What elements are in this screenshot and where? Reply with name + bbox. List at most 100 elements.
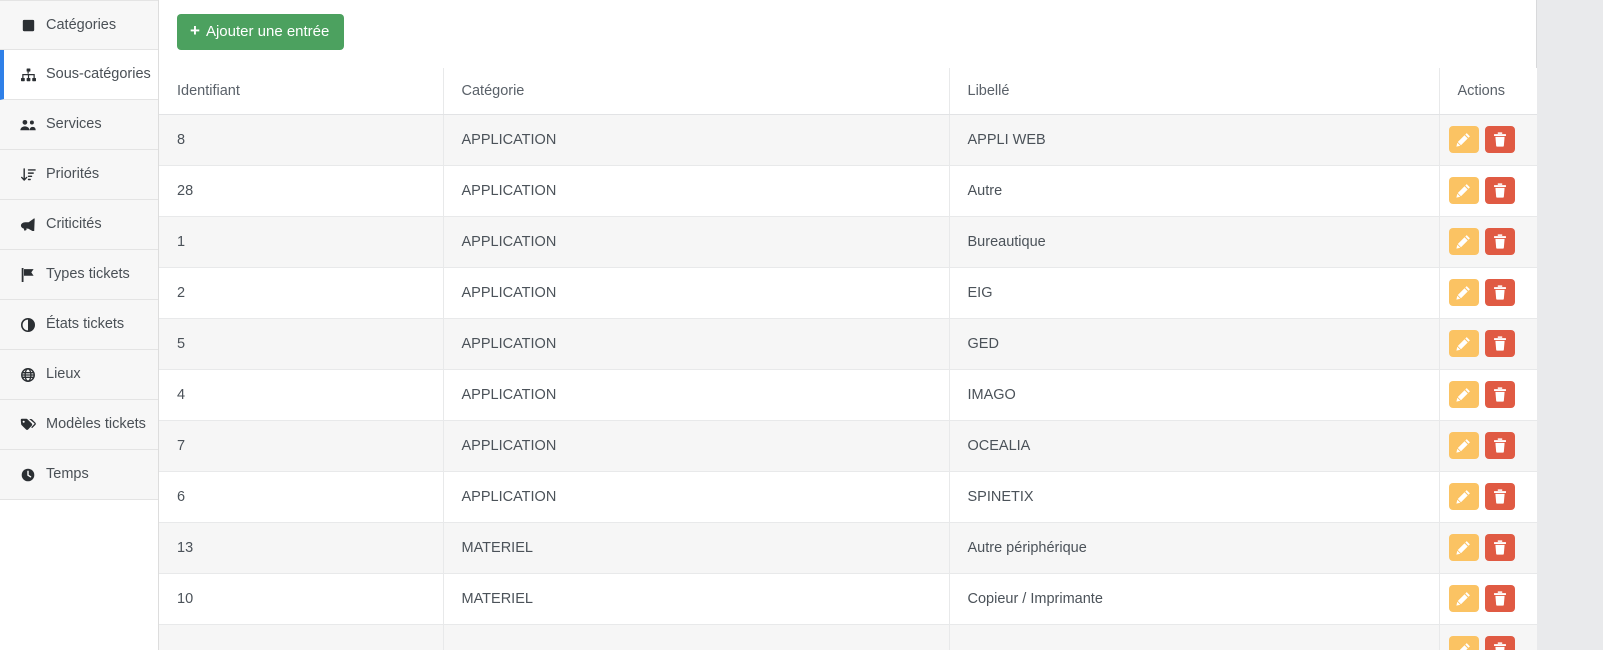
sidebar-item-services[interactable]: Services [0, 100, 158, 150]
sort-amount-down-icon [18, 167, 38, 183]
delete-row-button[interactable] [1484, 228, 1515, 255]
sidebar-item-label: États tickets [46, 316, 125, 333]
row-cell-categorie: APPLICATION [443, 216, 950, 268]
sidebar-item-temps[interactable]: Temps [0, 450, 158, 500]
row-cell-categorie: APPLICATION [443, 420, 950, 472]
sidebar-item-criticit-s[interactable]: Criticités [0, 200, 158, 250]
edit-row-button[interactable] [1448, 483, 1479, 510]
row-action-group [1440, 279, 1538, 306]
pencil-icon [1456, 285, 1471, 300]
delete-row-button[interactable] [1484, 381, 1515, 408]
adjust-icon [18, 317, 38, 333]
row-action-group [1440, 381, 1538, 408]
add-entry-button[interactable]: + Ajouter une entrée [177, 14, 345, 50]
edit-row-button[interactable] [1448, 177, 1479, 204]
row-cell-identifiant: 1 [159, 216, 444, 268]
sidebar-item-label: Priorités [46, 166, 100, 183]
pencil-icon [1456, 387, 1471, 402]
row-cell-identifiant: 5 [159, 318, 444, 370]
column-header-libelle[interactable]: Libellé [949, 68, 1440, 115]
row-action-group [1440, 636, 1538, 650]
row-cell-libelle: IMAGO [949, 369, 1440, 421]
row-action-group [1440, 585, 1538, 612]
row-cell-categorie: APPLICATION [443, 165, 950, 217]
table-row [159, 624, 1537, 650]
edit-row-button[interactable] [1448, 636, 1479, 650]
sidebar-item-sous-cat-gories[interactable]: Sous-catégories [0, 50, 158, 100]
table-body: 8 APPLICATION APPLI WEB 28 APPLICATION Autre 1… [159, 114, 1537, 650]
edit-row-button[interactable] [1448, 432, 1479, 459]
sidebar-item-label: Sous-catégories [46, 66, 151, 83]
delete-row-button[interactable] [1484, 636, 1515, 650]
delete-row-button[interactable] [1484, 585, 1515, 612]
edit-row-button[interactable] [1448, 126, 1479, 153]
table-row: 8 APPLICATION APPLI WEB [159, 114, 1538, 166]
row-cell-actions [1439, 318, 1538, 370]
row-cell-identifiant: 10 [159, 573, 444, 625]
sidebar-item-priorit-s[interactable]: Priorités [0, 150, 158, 200]
row-action-group [1440, 432, 1538, 459]
delete-row-button[interactable] [1484, 483, 1515, 510]
delete-row-button[interactable] [1484, 432, 1515, 459]
edit-row-button[interactable] [1448, 330, 1479, 357]
row-action-group [1440, 126, 1538, 153]
edit-row-button[interactable] [1448, 228, 1479, 255]
subcategories-table: Identifiant Catégorie Libellé Actions 8A… [159, 68, 1537, 650]
delete-row-button[interactable] [1484, 534, 1515, 561]
pencil-icon [1456, 132, 1471, 147]
edit-row-button[interactable] [1448, 279, 1479, 306]
plus-icon: + [190, 21, 200, 40]
bullhorn-icon [18, 217, 38, 233]
row-cell-identifiant: 28 [159, 165, 444, 217]
edit-row-button[interactable] [1448, 534, 1479, 561]
row-cell-categorie: APPLICATION [443, 471, 950, 523]
table-header: Identifiant Catégorie Libellé Actions [159, 68, 1537, 115]
row-cell-categorie: APPLICATION [443, 318, 950, 370]
pencil-icon [1456, 234, 1471, 249]
row-cell-identifiant: 4 [159, 369, 444, 421]
row-cell-identifiant: 7 [159, 420, 444, 472]
delete-row-button[interactable] [1484, 126, 1515, 153]
row-cell-actions [1439, 420, 1538, 472]
sidebar-item-label: Criticités [46, 216, 102, 233]
table-row: 2 APPLICATION EIG [159, 267, 1538, 319]
column-header-categorie[interactable]: Catégorie [443, 68, 950, 115]
row-cell-actions [1439, 369, 1538, 421]
sidebar-item-label: Catégories [46, 16, 117, 33]
sidebar-item-mod-les-tickets[interactable]: Modèles tickets [0, 400, 158, 450]
pencil-icon [1456, 183, 1471, 198]
trash-icon [1493, 132, 1507, 147]
row-action-group [1440, 330, 1538, 357]
sidebar-item-types-tickets[interactable]: Types tickets [0, 250, 158, 300]
row-cell-categorie [443, 624, 950, 650]
edit-row-button[interactable] [1448, 381, 1479, 408]
delete-row-button[interactable] [1484, 330, 1515, 357]
delete-row-button[interactable] [1484, 177, 1515, 204]
sidebar-item-tats-tickets[interactable]: États tickets [0, 300, 158, 350]
row-cell-categorie: APPLICATION [443, 114, 950, 166]
row-cell-libelle: Autre périphérique [949, 522, 1440, 574]
edit-row-button[interactable] [1448, 585, 1479, 612]
row-cell-libelle: Copieur / Imprimante [949, 573, 1440, 625]
flag-icon [18, 267, 38, 283]
row-cell-libelle: Bureautique [949, 216, 1440, 268]
row-cell-libelle: SPINETIX [949, 471, 1440, 523]
sidebar-item-label: Modèles tickets [46, 416, 146, 433]
trash-icon [1493, 438, 1507, 453]
row-cell-categorie: MATERIEL [443, 573, 950, 625]
table-row: 5 APPLICATION GED [159, 318, 1538, 370]
row-cell-libelle: APPLI WEB [949, 114, 1440, 166]
column-header-identifiant[interactable]: Identifiant [159, 68, 444, 115]
sidebar-item-cat-gories[interactable]: Catégories [0, 0, 158, 50]
trash-icon [1493, 591, 1507, 606]
sidebar-item-lieux[interactable]: Lieux [0, 350, 158, 400]
trash-icon [1493, 540, 1507, 555]
sidebar-item-label: Lieux [46, 366, 81, 383]
row-cell-categorie: APPLICATION [443, 267, 950, 319]
row-cell-libelle: OCEALIA [949, 420, 1440, 472]
row-cell-identifiant [159, 624, 444, 650]
row-cell-libelle [949, 624, 1440, 650]
delete-row-button[interactable] [1484, 279, 1515, 306]
table-row: 4 APPLICATION IMAGO [159, 369, 1538, 421]
table-row: 1 APPLICATION Bureautique [159, 216, 1537, 268]
